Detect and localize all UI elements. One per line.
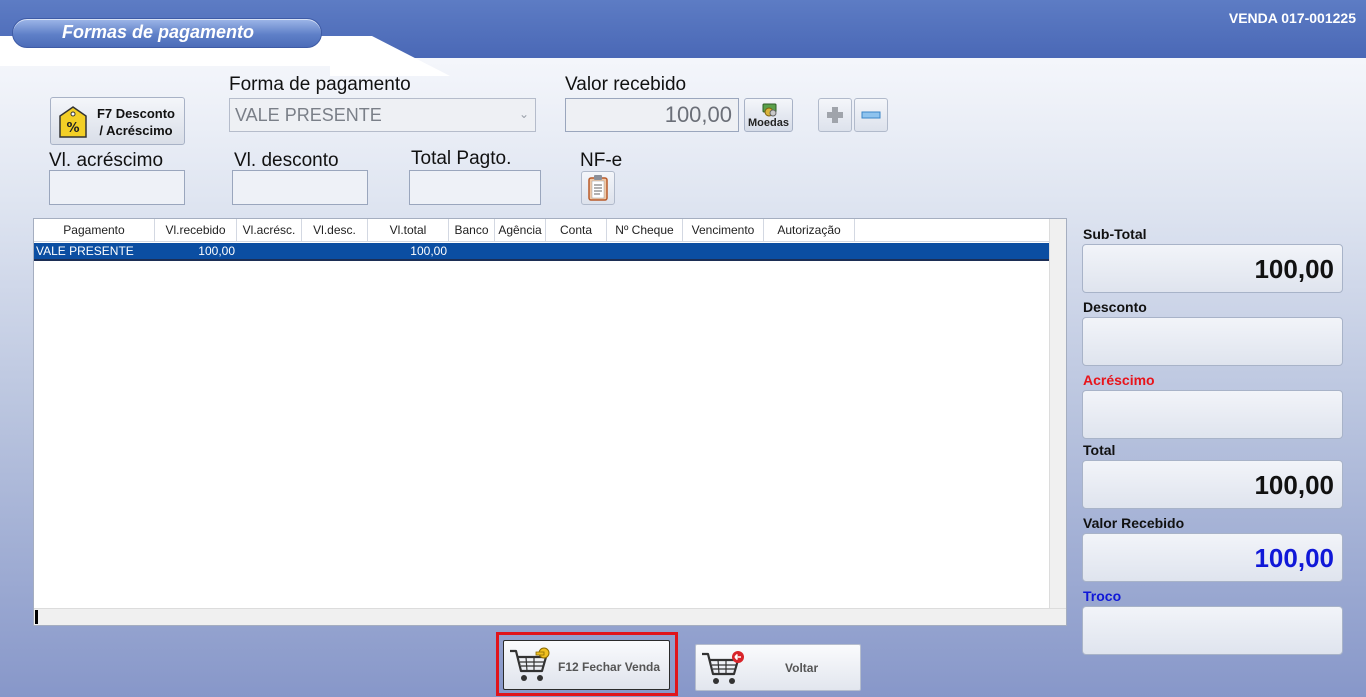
window-title: Formas de pagamento	[62, 22, 255, 42]
percent-tag-icon: %	[59, 106, 87, 138]
total-pagto-label: Total Pagto.	[411, 148, 512, 169]
grid-header: Pagamento Vl.recebido Vl.acrésc. Vl.desc…	[34, 219, 1049, 242]
troco-label: Troco	[1083, 588, 1122, 604]
cart-key-icon	[510, 647, 550, 681]
desconto-button-label: F7 Desconto / Acréscimo	[91, 105, 181, 139]
moedas-button[interactable]: Moedas	[744, 98, 793, 132]
cart-back-icon	[702, 651, 744, 684]
cell-pagamento: VALE PRESENTE	[36, 244, 134, 258]
forma-pagamento-value: VALE PRESENTE	[235, 105, 382, 125]
chevron-down-icon: ⌄	[518, 107, 529, 121]
desconto-summary-label: Desconto	[1083, 299, 1147, 315]
nfe-label: NF-e	[580, 150, 623, 171]
add-payment-button[interactable]	[818, 98, 852, 132]
forma-pagamento-label: Forma de pagamento	[229, 74, 411, 95]
plus-icon	[827, 107, 843, 123]
col-conta[interactable]: Conta	[546, 219, 607, 242]
payments-grid[interactable]: Pagamento Vl.recebido Vl.acrésc. Vl.desc…	[33, 218, 1067, 626]
cell-vl-desc	[302, 243, 366, 261]
cell-vl-recebido: 100,00	[198, 244, 235, 258]
coins-icon	[762, 103, 777, 117]
grid-vertical-scrollbar[interactable]	[1049, 219, 1066, 609]
cell-vl-total: 100,00	[410, 244, 447, 258]
nfe-button[interactable]	[581, 171, 615, 205]
voltar-label: Voltar	[785, 661, 819, 675]
valor-recebido-input[interactable]: 100,00	[565, 98, 739, 132]
col-banco[interactable]: Banco	[449, 219, 495, 242]
acrescimo-summary-label: Acréscimo	[1083, 372, 1155, 388]
col-autorizacao[interactable]: Autorização	[764, 219, 855, 242]
valor-recebido-summary-label: Valor Recebido	[1083, 515, 1185, 531]
col-vl-desc[interactable]: Vl.desc.	[302, 219, 368, 242]
total-pagto-input[interactable]	[409, 170, 541, 205]
moedas-label: Moedas	[748, 117, 789, 129]
subtotal-value: 100,00	[1082, 244, 1343, 293]
desconto-label-line2: / Acréscimo	[99, 123, 173, 138]
col-pagamento[interactable]: Pagamento	[34, 219, 155, 242]
text-cursor	[35, 610, 38, 624]
col-vl-acresc[interactable]: Vl.acrésc.	[237, 219, 302, 242]
vl-acrescimo-label: Vl. acréscimo	[49, 150, 164, 171]
subtotal-label: Sub-Total	[1083, 226, 1147, 242]
total-value: 100,00	[1082, 460, 1343, 509]
svg-text:%: %	[66, 121, 79, 136]
desconto-acrescimo-button[interactable]: % F7 Desconto / Acréscimo	[50, 97, 185, 145]
desconto-label-line1: F7 Desconto	[96, 106, 175, 121]
vl-acrescimo-input[interactable]	[49, 170, 185, 205]
vl-desconto-input[interactable]	[232, 170, 368, 205]
troco-value	[1082, 606, 1343, 655]
fechar-venda-label: F12 Fechar Venda	[558, 660, 661, 674]
total-label: Total	[1083, 442, 1116, 458]
valor-recebido-label: Valor recebido	[565, 74, 687, 95]
grid-horizontal-scrollbar[interactable]	[34, 608, 1066, 625]
cell-vl-acresc	[237, 243, 300, 261]
table-row[interactable]: VALE PRESENTE 100,00 100,00	[34, 243, 1050, 261]
vl-desconto-label: Vl. desconto	[234, 150, 339, 171]
clipboard-icon	[588, 175, 608, 201]
col-vl-recebido[interactable]: Vl.recebido	[155, 219, 237, 242]
col-agencia[interactable]: Agência	[495, 219, 546, 242]
col-vencimento[interactable]: Vencimento	[683, 219, 764, 242]
voltar-button[interactable]: Voltar	[695, 644, 861, 691]
col-cheque[interactable]: Nº Cheque	[607, 219, 683, 242]
forma-pagamento-select[interactable]: VALE PRESENTE ⌄	[229, 98, 536, 132]
fechar-venda-button[interactable]: F12 Fechar Venda	[503, 640, 670, 690]
minus-icon	[861, 111, 881, 119]
venda-number: VENDA 017-001225	[1228, 10, 1356, 26]
valor-recebido-summary-value: 100,00	[1082, 533, 1343, 582]
col-vl-total[interactable]: Vl.total	[368, 219, 449, 242]
desconto-summary-value	[1082, 317, 1343, 366]
acrescimo-summary-value	[1082, 390, 1343, 439]
remove-payment-button[interactable]	[854, 98, 888, 132]
